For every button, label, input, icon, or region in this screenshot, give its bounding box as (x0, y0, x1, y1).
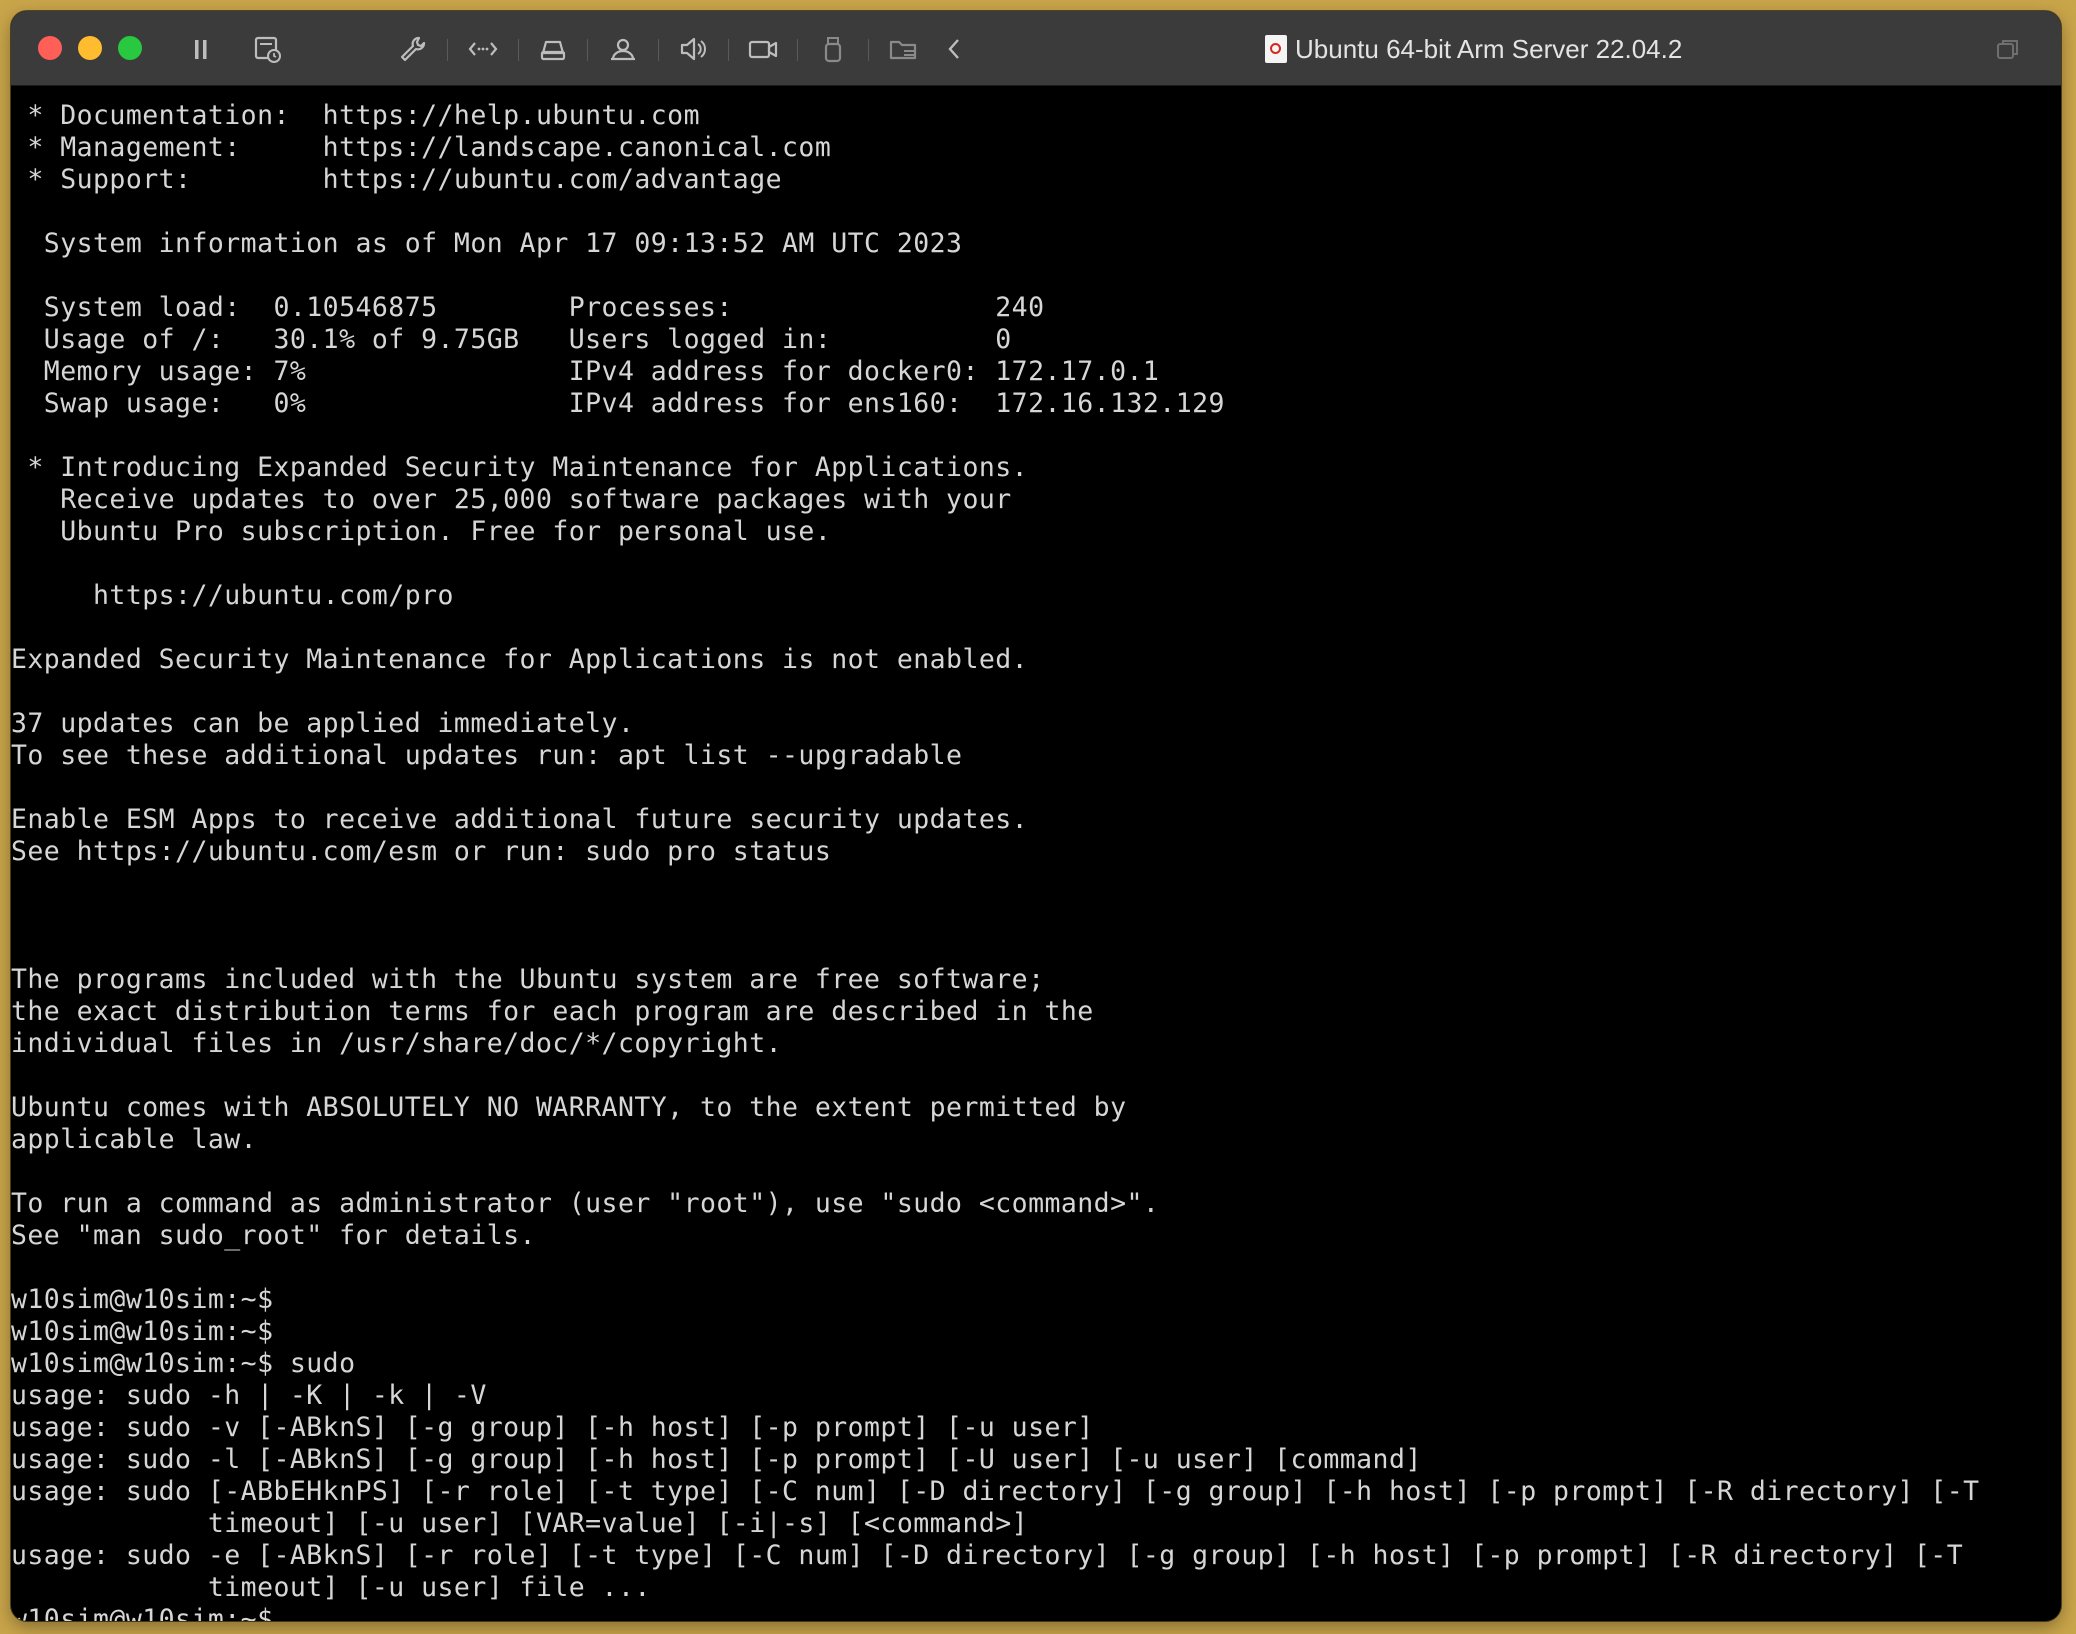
terminal-line: timeout] [-u user] [VAR=value] [-i|-s] [… (11, 1508, 1029, 1539)
terminal-line: * Management: https://landscape.canonica… (11, 132, 832, 163)
window-title: Ubuntu 64-bit Arm Server 22.04.2 (1265, 31, 1682, 67)
restore-window-icon[interactable] (1995, 37, 2021, 61)
terminal-line: usage: sudo -e [-ABknS] [-r role] [-t ty… (11, 1540, 1964, 1571)
shared-folder-icon[interactable] (887, 33, 921, 65)
terminal-line: Memory usage: 7% IPv4 address for docker… (11, 356, 1160, 387)
terminal-line: Swap usage: 0% IPv4 address for ens160: … (11, 388, 1225, 419)
terminal-output: * Documentation: https://help.ubuntu.com… (11, 100, 1980, 1621)
close-button[interactable] (38, 36, 62, 60)
terminal-line: usage: sudo [-ABbEHknPS] [-r role] [-t t… (11, 1476, 1980, 1507)
terminal-line: System load: 0.10546875 Processes: 240 (11, 292, 1045, 323)
sound-icon[interactable] (676, 33, 710, 65)
terminal-line: usage: sudo -h | -K | -k | -V (11, 1380, 487, 1411)
terminal-line: Expanded Security Maintenance for Applic… (11, 644, 1029, 675)
terminal-line: The programs included with the Ubuntu sy… (11, 964, 1045, 995)
terminal-line: the exact distribution terms for each pr… (11, 996, 1094, 1027)
terminal-line: individual files in /usr/share/doc/*/cop… (11, 1028, 783, 1059)
shell-prompt-line[interactable]: w10sim@w10sim:~$ (11, 1604, 1980, 1621)
camera-icon[interactable] (746, 33, 780, 65)
terminal-line: Ubuntu Pro subscription. Free for person… (11, 516, 832, 547)
disk-icon[interactable] (536, 33, 570, 65)
terminal-console[interactable]: * Documentation: https://help.ubuntu.com… (11, 86, 2061, 1621)
shell-prompt-line: w10sim@w10sim:~$ sudo (11, 1348, 356, 1379)
toolbar-divider (587, 39, 588, 61)
wrench-icon[interactable] (395, 33, 429, 65)
window-title-text: Ubuntu 64-bit Arm Server 22.04.2 (1295, 33, 1683, 64)
toolbar-divider (518, 39, 519, 61)
terminal-line: Enable ESM Apps to receive additional fu… (11, 804, 1029, 835)
terminal-line: https://ubuntu.com/pro (11, 580, 454, 611)
document-icon (1265, 35, 1287, 63)
terminal-line: timeout] [-u user] file ... (11, 1572, 651, 1603)
terminal-line: See "man sudo_root" for details. (11, 1220, 536, 1251)
terminal-line: To see these additional updates run: apt… (11, 740, 963, 771)
chevron-left-icon[interactable] (938, 33, 972, 65)
toolbar-divider (728, 39, 729, 61)
pause-icon[interactable] (184, 33, 218, 65)
terminal-line: * Introducing Expanded Security Maintena… (11, 452, 1029, 483)
terminal-line: applicable law. (11, 1124, 258, 1155)
terminal-line: See https://ubuntu.com/esm or run: sudo … (11, 836, 832, 867)
shell-prompt-line: w10sim@w10sim:~$ (11, 1284, 274, 1315)
terminal-line: usage: sudo -l [-ABknS] [-g group] [-h h… (11, 1444, 1422, 1475)
terminal-line: * Documentation: https://help.ubuntu.com (11, 100, 700, 131)
terminal-line: * Support: https://ubuntu.com/advantage (11, 164, 783, 195)
usb-icon[interactable] (816, 33, 850, 65)
title-bar[interactable]: Ubuntu 64-bit Arm Server 22.04.2 (11, 11, 2061, 86)
user-icon[interactable] (606, 33, 640, 65)
minimize-button[interactable] (78, 36, 102, 60)
toolbar-divider (797, 39, 798, 61)
terminal-line: Usage of /: 30.1% of 9.75GB Users logged… (11, 324, 1012, 355)
vm-window: Ubuntu 64-bit Arm Server 22.04.2 * Docum… (11, 11, 2061, 1621)
network-icon[interactable] (466, 33, 500, 65)
terminal-line: 37 updates can be applied immediately. (11, 708, 635, 739)
snapshot-icon[interactable] (251, 33, 285, 65)
toolbar-divider (658, 39, 659, 61)
terminal-line: Ubuntu comes with ABSOLUTELY NO WARRANTY… (11, 1092, 1127, 1123)
terminal-line: System information as of Mon Apr 17 09:1… (11, 228, 963, 259)
zoom-button[interactable] (118, 36, 142, 60)
terminal-line: Receive updates to over 25,000 software … (11, 484, 1012, 515)
shell-prompt-line: w10sim@w10sim:~$ (11, 1316, 274, 1347)
toolbar-divider (447, 39, 448, 61)
toolbar-divider (868, 39, 869, 61)
terminal-line: usage: sudo -v [-ABknS] [-g group] [-h h… (11, 1412, 1094, 1443)
terminal-line: To run a command as administrator (user … (11, 1188, 1160, 1219)
